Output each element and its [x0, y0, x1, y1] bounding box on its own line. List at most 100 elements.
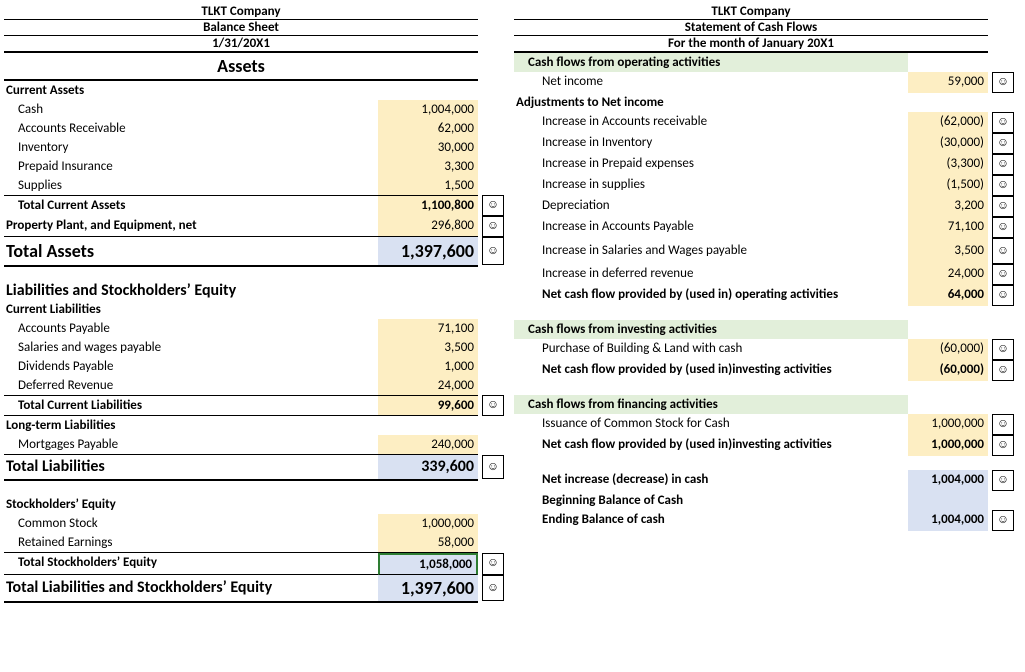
- smile-icon: ☺: [482, 395, 504, 416]
- current-assets-heading: Current Assets: [4, 81, 378, 100]
- smile-icon: ☺: [992, 112, 1014, 133]
- se-heading: Stockholders’ Equity: [4, 495, 378, 514]
- bs-company: TLKT Company: [4, 4, 478, 20]
- cf-endbal-val: 1,004,000: [908, 510, 988, 531]
- ap-label: Accounts Payable: [4, 319, 378, 338]
- ta-val: 1,397,600: [378, 237, 478, 267]
- cf-sw-val: 3,500: [908, 238, 988, 264]
- supplies-label: Supplies: [4, 176, 378, 195]
- inv-label: Inventory: [4, 138, 378, 157]
- cf-supplies-val: 1,500: [908, 175, 988, 196]
- cf-begbal-label: Beginning Balance of Cash: [514, 491, 908, 510]
- cf-defrev-label: Increase in deferred revenue: [514, 264, 908, 285]
- balance-sheet: TLKT Company Balance Sheet 1/31/20X1 Ass…: [4, 4, 504, 603]
- cs-label: Common Stock: [4, 514, 378, 533]
- cf-prepaid-label: Increase in Prepaid expenses: [514, 154, 908, 175]
- div-val: 1,000: [378, 357, 478, 376]
- supplies-val: 1,500: [378, 176, 478, 195]
- cf-netop-val: 64,000: [908, 285, 988, 306]
- prepaid-label: Prepaid Insurance: [4, 157, 378, 176]
- smile-icon: ☺: [992, 435, 1014, 456]
- re-val: 58,000: [378, 533, 478, 553]
- smile-icon: ☺: [992, 154, 1014, 175]
- smile-icon: ☺: [992, 217, 1014, 238]
- smile-icon: ☺: [482, 455, 504, 479]
- bs-title: Balance Sheet: [4, 20, 478, 36]
- tcl-label: Total Current Liabilities: [4, 395, 378, 416]
- smile-icon: ☺: [992, 264, 1014, 285]
- smile-icon: ☺: [482, 575, 504, 601]
- div-label: Dividends Payable: [4, 357, 378, 376]
- fin-heading: Cash flows from financing activities: [514, 395, 908, 414]
- cf-ar-val: 62,000: [908, 112, 988, 133]
- cf-prepaid-val: 3,300: [908, 154, 988, 175]
- smile-icon: ☺: [992, 470, 1014, 491]
- sw-label: Salaries and wages payable: [4, 338, 378, 357]
- tse-val: 1,058,000: [378, 553, 478, 575]
- smile-icon: ☺: [992, 175, 1014, 196]
- ppe-label: Property Plant, and Equipment, net: [4, 216, 378, 237]
- ni-label: Net income: [514, 72, 908, 93]
- re-label: Retained Earnings: [4, 533, 378, 553]
- cf-inv-val: 30,000: [908, 133, 988, 154]
- cf-endbal-label: Ending Balance of cash: [514, 510, 908, 531]
- inv-val: 30,000: [378, 138, 478, 157]
- cf-issue-label: Issuance of Common Stock for Cash: [514, 414, 908, 435]
- ar-val: 62,000: [378, 119, 478, 138]
- adj-heading: Adjustments to Net income: [514, 93, 908, 112]
- cf-buy-label: Purchase of Building & Land with cash: [514, 339, 908, 360]
- cf-defrev-val: 24,000: [908, 264, 988, 285]
- ppe-val: 296,800: [378, 216, 478, 237]
- cf-netchg-label: Net increase (decrease) in cash: [514, 470, 908, 491]
- cf-ap-label: Increase in Accounts Payable: [514, 217, 908, 238]
- defrev-val: 24,000: [378, 376, 478, 395]
- cf-buy-val: 60,000: [908, 339, 988, 360]
- cash-val: 1,004,000: [378, 100, 478, 119]
- smile-icon: ☺: [992, 414, 1014, 435]
- smile-icon: ☺: [992, 339, 1014, 360]
- inv-heading: Cash flows from investing activities: [514, 320, 908, 339]
- smile-icon: ☺: [482, 237, 504, 265]
- cf-dep-label: Depreciation: [514, 196, 908, 217]
- smile-icon: ☺: [992, 285, 1014, 306]
- cf-dep-val: 3,200: [908, 196, 988, 217]
- cf-inv-label: Increase in Inventory: [514, 133, 908, 154]
- assets-heading: Assets: [4, 53, 478, 81]
- smile-icon: ☺: [482, 553, 504, 575]
- lse-heading: Liabilities and Stockholders’ Equity: [4, 281, 378, 300]
- ltl-heading: Long-term Liabilities: [4, 416, 378, 435]
- cf-netfin-label: Net cash flow provided by (used in)inves…: [514, 435, 908, 456]
- mort-val: 240,000: [378, 435, 478, 455]
- smile-icon: ☺: [992, 72, 1014, 93]
- bs-date: 1/31/20X1: [4, 36, 478, 53]
- sw-val: 3,500: [378, 338, 478, 357]
- cf-ap-val: 71,100: [908, 217, 988, 238]
- cf-netinv-val: 60,000: [908, 360, 988, 381]
- cf-netfin-val: 1,000,000: [908, 435, 988, 456]
- tl-label: Total Liabilities: [4, 455, 378, 481]
- smile-icon: ☺: [992, 510, 1014, 531]
- ta-label: Total Assets: [4, 237, 378, 267]
- ar-label: Accounts Receivable: [4, 119, 378, 138]
- op-heading: Cash flows from operating activities: [514, 53, 908, 72]
- cf-company: TLKT Company: [514, 4, 988, 20]
- tca-label: Total Current Assets: [4, 195, 378, 216]
- cf-netinv-label: Net cash flow provided by (used in)inves…: [514, 360, 908, 381]
- ap-val: 71,100: [378, 319, 478, 338]
- cs-val: 1,000,000: [378, 514, 478, 533]
- mort-label: Mortgages Payable: [4, 435, 378, 455]
- smile-icon: ☺: [482, 216, 504, 237]
- tcl-val: 99,600: [378, 395, 478, 416]
- cf-netop-label: Net cash flow provided by (used in) oper…: [514, 285, 908, 306]
- tlse-label: Total Liabilities and Stockholders’ Equi…: [4, 575, 378, 603]
- cf-title: Statement of Cash Flows: [514, 20, 988, 36]
- cf-issue-val: 1,000,000: [908, 414, 988, 435]
- cash-flow-statement: TLKT Company Statement of Cash Flows For…: [514, 4, 1014, 603]
- tca-val: 1,100,800: [378, 195, 478, 216]
- smile-icon: ☺: [992, 133, 1014, 154]
- defrev-label: Deferred Revenue: [4, 376, 378, 395]
- tlse-val: 1,397,600: [378, 575, 478, 603]
- smile-icon: ☺: [992, 360, 1014, 381]
- cf-sw-label: Increase in Salaries and Wages payable: [514, 238, 908, 264]
- smile-icon: ☺: [992, 196, 1014, 217]
